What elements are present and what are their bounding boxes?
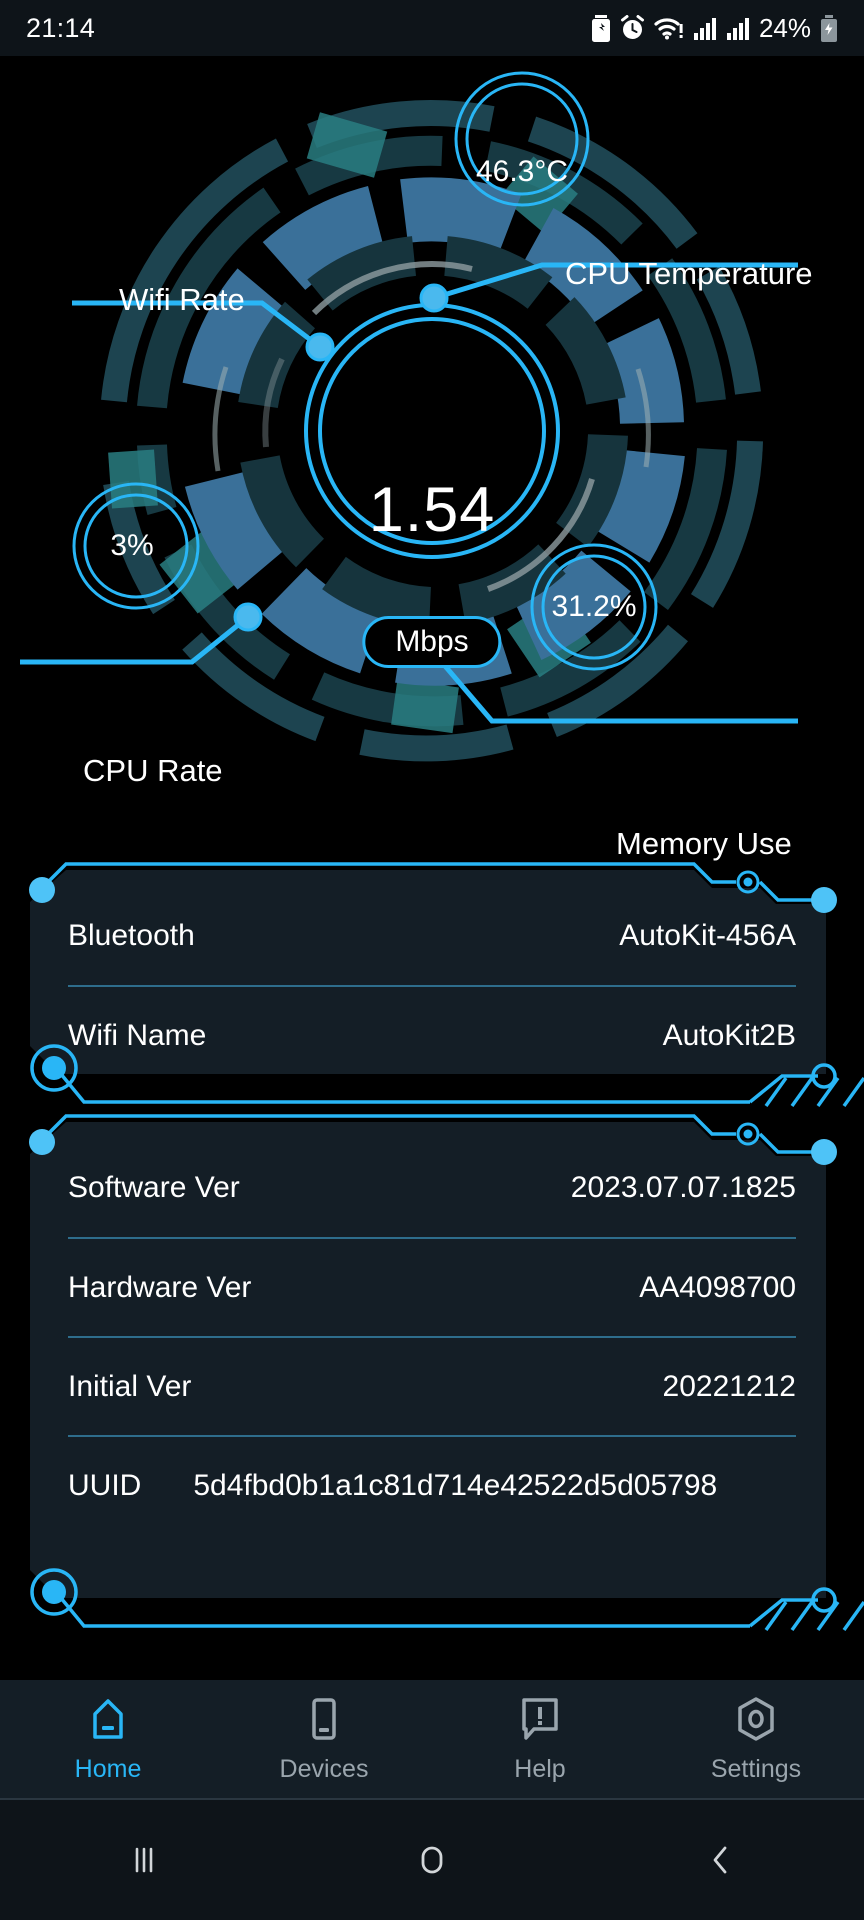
table-row[interactable]: Bluetooth AutoKit-456A [68,886,796,985]
back-icon [713,1846,727,1874]
wifi-rate-label: Wifi Rate [119,282,245,317]
row-value: 20221212 [662,1369,796,1403]
memory-use-value: 31.2% [551,590,637,623]
battery-saver-icon [591,14,610,42]
cpu-temperature-badge: 46.3°C [456,106,588,238]
battery-percent: 24% [758,12,811,43]
home-button[interactable] [288,1840,576,1880]
signal-bars-icon [693,18,716,40]
cpu-rate-value: 3% [110,529,154,562]
android-navigation-bar [0,1800,864,1920]
row-key: Bluetooth [68,918,195,952]
dashboard-gauge: 46.3°C 3% 31.2% Wifi Rate CPU Temperatur… [0,56,864,861]
tab-help[interactable]: Help [432,1695,648,1784]
card-rows: Bluetooth AutoKit-456A Wifi Name AutoKit… [30,886,834,1064]
charging-battery-icon [821,14,837,42]
row-key: Hardware Ver [68,1270,252,1304]
row-key: Wifi Name [68,1018,207,1052]
row-key: Initial Ver [68,1369,192,1403]
table-row[interactable]: Software Ver 2023.07.07.1825 [68,1138,796,1237]
recents-icon [135,1847,153,1873]
tab-settings[interactable]: Settings [648,1695,864,1784]
center-unit-pill: Mbps [362,616,502,668]
home-icon [93,1698,123,1739]
alarm-icon [620,15,644,39]
row-value: AA4098700 [639,1270,796,1304]
back-button[interactable] [576,1840,864,1880]
row-value: 2023.07.07.1825 [570,1170,796,1204]
version-info-card: Software Ver 2023.07.07.1825 Hardware Ve… [0,1098,864,1668]
card-rows: Software Ver 2023.07.07.1825 Hardware Ve… [30,1138,834,1588]
tab-label: Settings [710,1754,802,1783]
table-row[interactable]: Wifi Name AutoKit2B [68,985,796,1084]
phone-icon [312,1697,336,1740]
row-value: 5d4fbd0b1a1c81d714e42522d5d05798 [193,1468,718,1502]
row-key: Software Ver [68,1170,240,1204]
row-value: AutoKit2B [662,1018,796,1052]
table-row[interactable]: UUID 5d4fbd0b1a1c81d714e42522d5d05798 [68,1435,796,1534]
home-circle-icon [421,1846,443,1874]
settings-icon [738,1696,774,1741]
table-row[interactable]: Hardware Ver AA4098700 [68,1237,796,1336]
help-icon [522,1697,558,1740]
tab-label: Help [514,1754,566,1783]
wifi-alert-icon [654,17,683,39]
tab-home[interactable]: Home [0,1695,216,1784]
cpu-temperature-value: 46.3°C [475,155,569,188]
app-screen: 21:14 24% 46.3°C 3% 31.2% Wifi Rate CPU … [0,0,864,1920]
cpu-rate-label: CPU Rate [83,753,223,788]
tab-devices[interactable]: Devices [216,1695,432,1784]
bottom-navigation: Home Devices Help Settings [0,1680,864,1800]
signal-bars-icon [726,18,749,40]
status-time: 21:14 [26,12,96,43]
status-icons: 24% [591,13,838,44]
memory-use-badge: 31.2% [532,545,656,669]
gauge-graphic [20,71,798,762]
recents-button[interactable] [0,1840,288,1880]
status-bar: 21:14 24% [0,0,864,56]
row-key: UUID [68,1468,142,1502]
cpu-temperature-label: CPU Temperature [565,256,813,291]
row-value: AutoKit-456A [619,918,796,952]
table-row[interactable]: Initial Ver 20221212 [68,1336,796,1435]
tab-label: Home [74,1754,142,1783]
tab-label: Devices [279,1754,369,1783]
